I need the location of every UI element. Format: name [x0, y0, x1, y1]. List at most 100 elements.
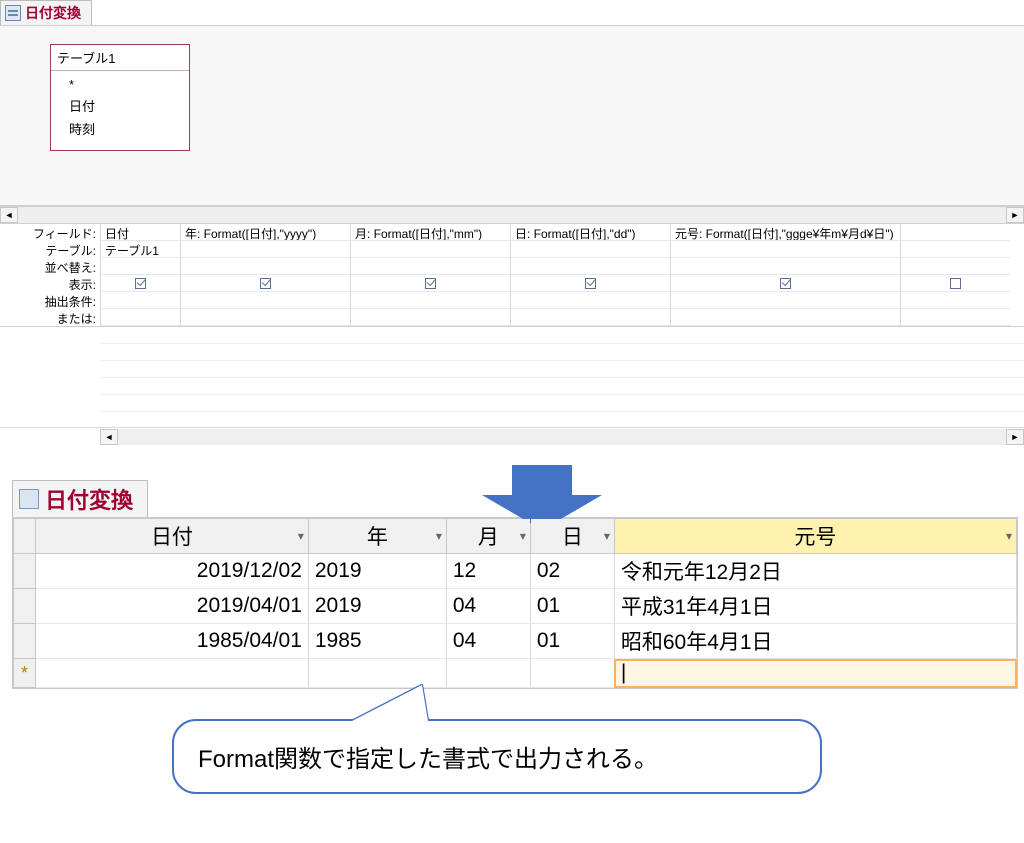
new-row[interactable]: *|	[14, 659, 1017, 688]
grid-cell[interactable]	[351, 241, 510, 258]
cell[interactable]: 令和元年12月2日	[614, 554, 1016, 589]
grid-cell[interactable]: 元号: Format([日付],"ggge¥年m¥月d¥日")	[671, 224, 900, 241]
checkbox-icon[interactable]	[425, 278, 436, 289]
grid-cell[interactable]	[671, 258, 900, 275]
grid-cell[interactable]	[351, 258, 510, 275]
grid-cell[interactable]	[901, 241, 1010, 258]
checkbox-icon[interactable]	[780, 278, 791, 289]
table-row[interactable]: 2019/04/0120190401平成31年4月1日	[14, 589, 1017, 624]
cell[interactable]: 02	[530, 554, 614, 589]
result-datasheet[interactable]: 日付▾年▾月▾日▾元号▾ 2019/12/0220191202令和元年12月2日…	[12, 517, 1018, 689]
scroll-left-icon[interactable]: ◄	[100, 429, 118, 445]
row-selector[interactable]	[14, 624, 36, 659]
cell[interactable]	[36, 659, 309, 688]
scroll-right-icon[interactable]: ►	[1006, 429, 1024, 445]
grid-cell[interactable]	[901, 224, 1010, 241]
design-column[interactable]: 元号: Format([日付],"ggge¥年m¥月d¥日")	[670, 224, 900, 326]
scroll-right-icon[interactable]: ►	[1006, 207, 1024, 223]
design-column[interactable]: 月: Format([日付],"mm")	[350, 224, 510, 326]
grid-cell[interactable]	[181, 309, 350, 326]
column-header[interactable]: 年▾	[308, 519, 446, 554]
field-item[interactable]: 日付	[69, 94, 189, 117]
row-selector-corner[interactable]	[14, 519, 36, 554]
pane-scrollbar[interactable]: ◄ ►	[0, 206, 1024, 224]
grid-cell[interactable]	[511, 258, 670, 275]
grid-cell[interactable]	[511, 309, 670, 326]
grid-cell[interactable]	[671, 292, 900, 309]
show-checkbox-cell[interactable]	[671, 275, 900, 292]
grid-cell[interactable]	[901, 309, 1010, 326]
checkbox-icon[interactable]	[950, 278, 961, 289]
cell[interactable]: 2019/12/02	[36, 554, 309, 589]
grid-cell[interactable]	[901, 258, 1010, 275]
grid-cell[interactable]: 年: Format([日付],"yyyy")	[181, 224, 350, 241]
grid-cell[interactable]	[351, 309, 510, 326]
design-column[interactable]	[900, 224, 1010, 326]
grid-cell[interactable]	[101, 258, 180, 275]
grid-cell[interactable]	[181, 292, 350, 309]
grid-cell[interactable]	[511, 241, 670, 258]
cell[interactable]: 2019	[308, 589, 446, 624]
source-table-box[interactable]: テーブル1 * 日付 時刻	[50, 44, 190, 151]
cell[interactable]: 01	[530, 589, 614, 624]
table-relations-pane[interactable]: テーブル1 * 日付 時刻	[0, 26, 1024, 206]
show-checkbox-cell[interactable]	[101, 275, 180, 292]
show-checkbox-cell[interactable]	[901, 275, 1010, 292]
show-checkbox-cell[interactable]	[181, 275, 350, 292]
cell[interactable]	[530, 659, 614, 688]
query-tab[interactable]: 日付変換	[0, 0, 92, 25]
field-item[interactable]: 時刻	[69, 117, 189, 140]
cell[interactable]: 12	[446, 554, 530, 589]
dropdown-icon[interactable]: ▾	[520, 529, 526, 543]
field-item[interactable]: *	[69, 75, 189, 94]
row-selector[interactable]	[14, 589, 36, 624]
design-grid-scrollbar[interactable]: ◄ ►	[0, 427, 1024, 445]
cell[interactable]: 2019/04/01	[36, 589, 309, 624]
cell[interactable]: |	[614, 659, 1016, 688]
show-checkbox-cell[interactable]	[351, 275, 510, 292]
cell[interactable]	[446, 659, 530, 688]
result-tab[interactable]: 日付変換	[12, 480, 148, 517]
grid-cell[interactable]	[901, 292, 1010, 309]
grid-cell[interactable]: 日: Format([日付],"dd")	[511, 224, 670, 241]
design-column[interactable]: 年: Format([日付],"yyyy")	[180, 224, 350, 326]
grid-cell[interactable]: 月: Format([日付],"mm")	[351, 224, 510, 241]
scroll-track[interactable]	[18, 207, 1006, 223]
cell[interactable]: 昭和60年4月1日	[614, 624, 1016, 659]
checkbox-icon[interactable]	[585, 278, 596, 289]
table-row[interactable]: 1985/04/0119850401昭和60年4月1日	[14, 624, 1017, 659]
cell[interactable]: 04	[446, 589, 530, 624]
dropdown-icon[interactable]: ▾	[1006, 529, 1012, 543]
cell[interactable]: 1985	[308, 624, 446, 659]
grid-cell[interactable]	[181, 241, 350, 258]
scroll-left-icon[interactable]: ◄	[0, 207, 18, 223]
dropdown-icon[interactable]: ▾	[298, 529, 304, 543]
cell[interactable]: 2019	[308, 554, 446, 589]
dropdown-icon[interactable]: ▾	[436, 529, 442, 543]
grid-cell[interactable]	[101, 292, 180, 309]
grid-cell[interactable]: テーブル1	[101, 241, 180, 258]
grid-cell[interactable]	[511, 292, 670, 309]
grid-cell[interactable]	[101, 309, 180, 326]
cell[interactable]: 01	[530, 624, 614, 659]
grid-cell[interactable]	[351, 292, 510, 309]
design-column[interactable]: 日付テーブル1	[100, 224, 180, 326]
column-header[interactable]: 月▾	[446, 519, 530, 554]
grid-cell[interactable]: 日付	[101, 224, 180, 241]
column-header[interactable]: 元号▾	[614, 519, 1016, 554]
column-header[interactable]: 日▾	[530, 519, 614, 554]
grid-cell[interactable]	[671, 241, 900, 258]
grid-cell[interactable]	[181, 258, 350, 275]
checkbox-icon[interactable]	[260, 278, 271, 289]
checkbox-icon[interactable]	[135, 278, 146, 289]
cell[interactable]: 1985/04/01	[36, 624, 309, 659]
cell[interactable]: 04	[446, 624, 530, 659]
row-selector[interactable]	[14, 554, 36, 589]
design-column[interactable]: 日: Format([日付],"dd")	[510, 224, 670, 326]
table-row[interactable]: 2019/12/0220191202令和元年12月2日	[14, 554, 1017, 589]
grid-cell[interactable]	[671, 309, 900, 326]
show-checkbox-cell[interactable]	[511, 275, 670, 292]
scroll-track[interactable]	[118, 429, 1006, 445]
cell[interactable]	[308, 659, 446, 688]
dropdown-icon[interactable]: ▾	[604, 529, 610, 543]
